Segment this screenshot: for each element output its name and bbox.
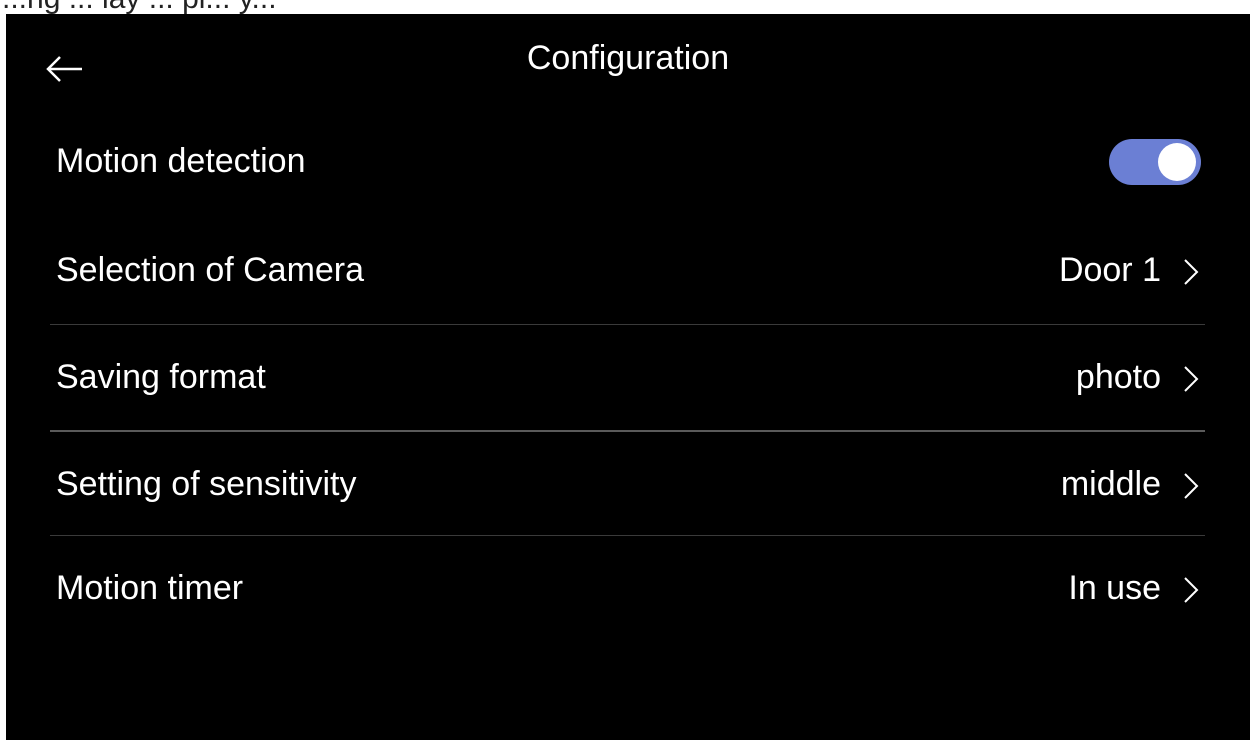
chevron-right-icon [1184,473,1199,499]
top-cropped-caption: ...ng ... lay ... pl... y... [0,0,1250,14]
setting-row-motion-timer[interactable]: Motion timer In use [50,536,1205,640]
saving-format-label: Saving format [56,358,266,396]
motion-timer-value: In use [1068,569,1161,607]
saving-format-value: photo [1075,358,1161,396]
sensitivity-value: middle [1060,465,1161,503]
page-title: Configuration [526,39,730,77]
toggle-knob [1158,143,1196,181]
motion-timer-label: Motion timer [56,569,244,607]
chevron-right-icon [1184,366,1199,392]
chevron-right-icon [1184,259,1199,285]
sensitivity-label: Setting of sensitivity [56,465,357,503]
header-bar: Configuration [6,14,1250,109]
cropped-caption-text: ...ng ... lay ... pl... y... [2,0,277,14]
setting-row-sensitivity[interactable]: Setting of sensitivity middle [50,432,1205,536]
camera-label: Selection of Camera [56,251,365,289]
setting-row-saving-format[interactable]: Saving format photo [50,325,1205,429]
setting-row-motion-detection: Motion detection [50,109,1205,213]
motion-detection-toggle[interactable] [1109,139,1201,185]
camera-value: Door 1 [1058,251,1161,289]
setting-row-camera[interactable]: Selection of Camera Door 1 [50,218,1205,322]
motion-detection-label: Motion detection [56,142,306,180]
configuration-screen: Configuration Motion detection Selection… [6,14,1250,740]
chevron-right-icon [1184,577,1199,603]
